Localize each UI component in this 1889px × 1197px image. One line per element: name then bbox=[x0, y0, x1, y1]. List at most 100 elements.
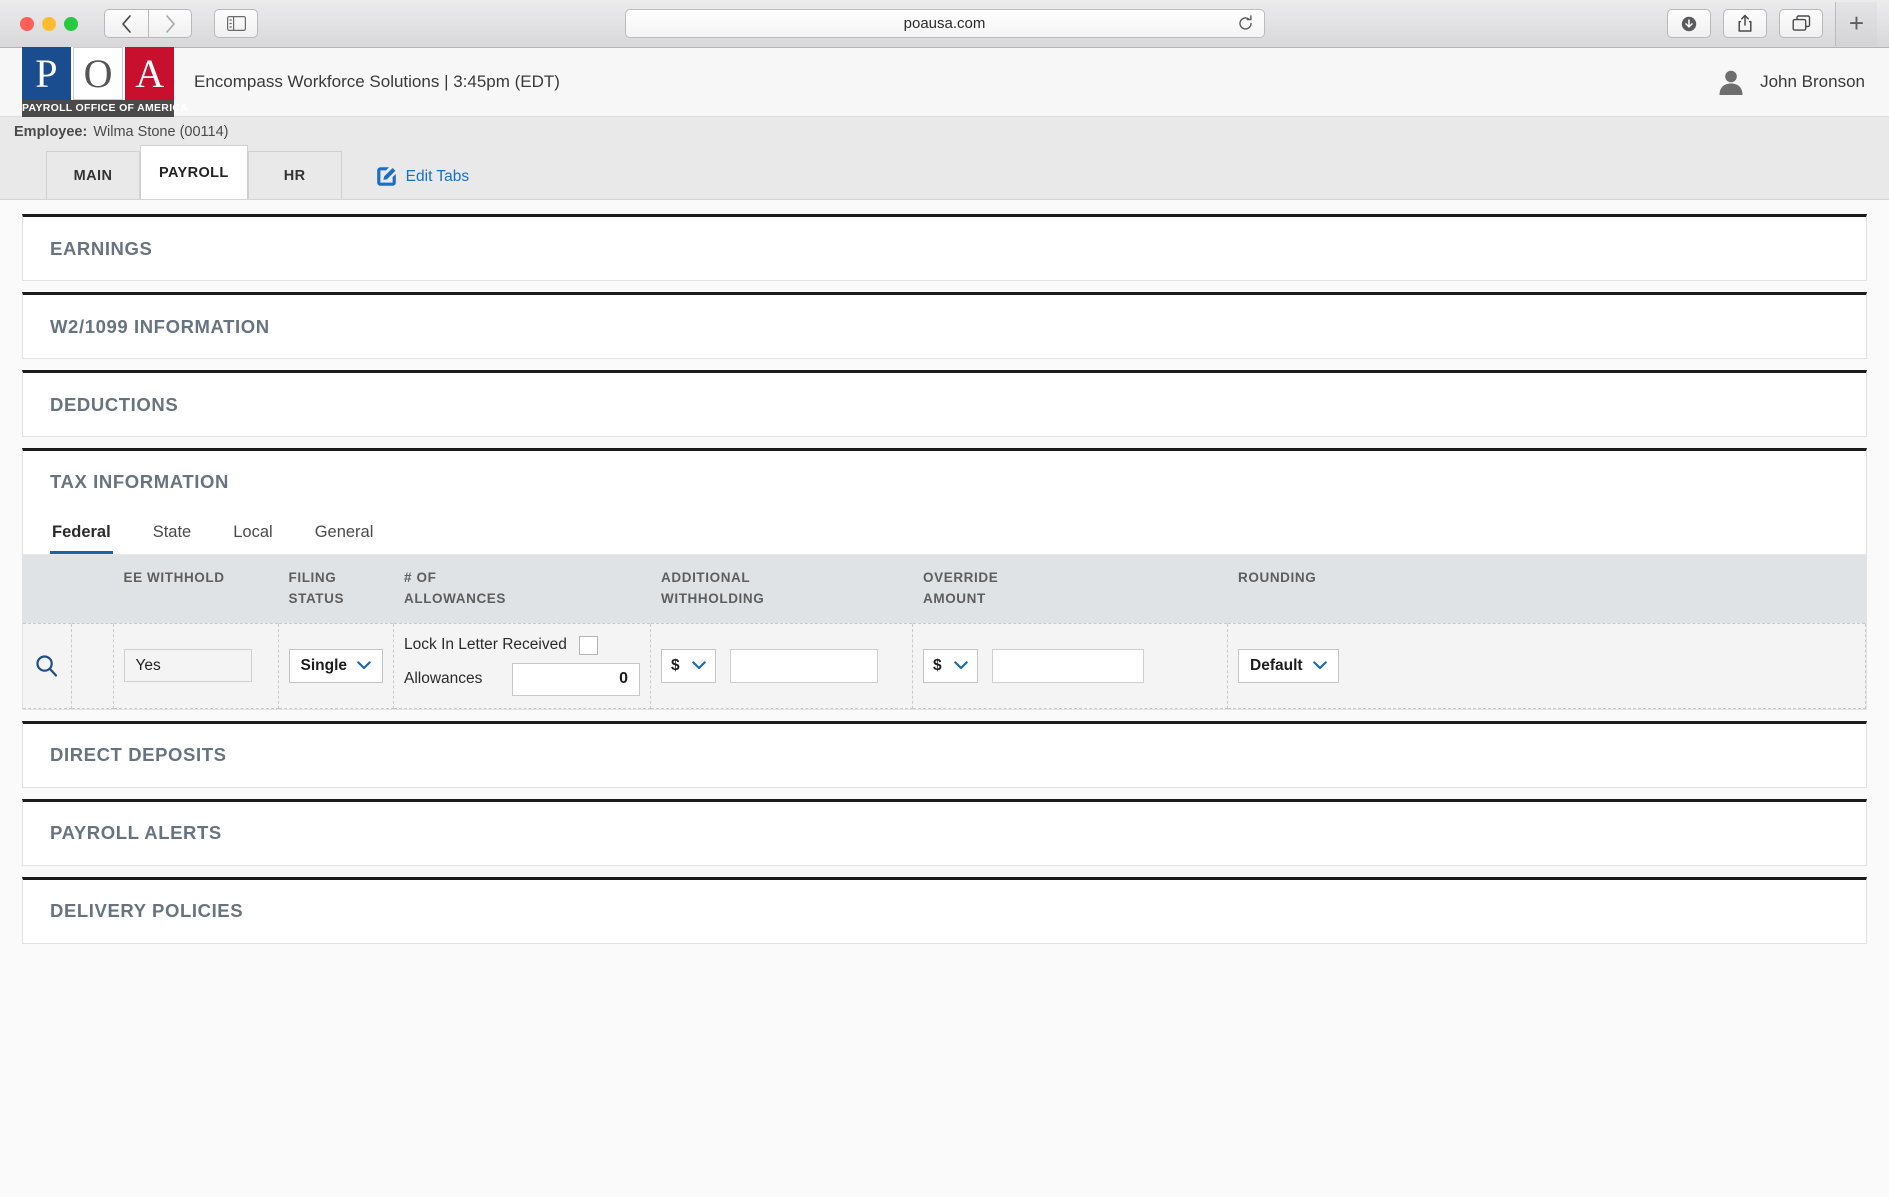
chevron-down-icon bbox=[1312, 659, 1327, 672]
edit-tabs-button[interactable]: Edit Tabs bbox=[376, 166, 469, 187]
subtab-federal[interactable]: Federal bbox=[50, 519, 113, 554]
section-w2-1099[interactable]: W2/1099 INFORMATION bbox=[22, 292, 1867, 359]
employee-value: Wilma Stone (00114) bbox=[93, 123, 229, 140]
override-amount-unit-select[interactable]: $ bbox=[923, 648, 978, 683]
chevron-down-icon bbox=[691, 659, 706, 672]
employee-label: Employee: bbox=[14, 123, 88, 140]
toolbar-right-buttons bbox=[1667, 9, 1827, 38]
override-amount-input[interactable] bbox=[991, 648, 1144, 683]
chevron-left-icon bbox=[122, 14, 131, 33]
rounding-value: Default bbox=[1250, 656, 1303, 674]
subtab-general[interactable]: General bbox=[313, 519, 376, 554]
row-search-cell[interactable] bbox=[23, 622, 72, 709]
new-tab-button[interactable]: + bbox=[1835, 1, 1877, 46]
download-icon bbox=[1681, 16, 1697, 31]
additional-withholding-unit-value: $ bbox=[671, 656, 680, 674]
header-num-allowances: # OF ALLOWANCES bbox=[393, 555, 652, 624]
tab-payroll[interactable]: PAYROLL bbox=[140, 145, 248, 199]
address-bar[interactable]: poausa.com bbox=[624, 9, 1265, 38]
filing-status-value: Single bbox=[300, 656, 348, 674]
main-tabstrip: MAIN PAYROLL HR Edit Tabs bbox=[0, 145, 1889, 200]
tab-hr[interactable]: HR bbox=[247, 151, 342, 199]
header-override-amount: OVERRIDE AMOUNT bbox=[912, 555, 1229, 624]
user-name: John Bronson bbox=[1760, 72, 1865, 91]
logo-subtitle: PAYROLL OFFICE OF AMERICA bbox=[22, 100, 188, 117]
close-window-button[interactable] bbox=[20, 16, 34, 31]
section-direct-deposits[interactable]: DIRECT DEPOSITS bbox=[22, 720, 1867, 788]
chevron-right-icon bbox=[165, 14, 175, 33]
tab-overview-button[interactable] bbox=[1779, 9, 1823, 38]
additional-withholding-input[interactable] bbox=[729, 648, 878, 683]
section-delivery-policies-title: DELIVERY POLICIES bbox=[50, 900, 244, 922]
cell-additional-withholding: $ bbox=[650, 622, 914, 709]
section-payroll-alerts[interactable]: PAYROLL ALERTS bbox=[22, 798, 1867, 866]
logo-letter-a: A bbox=[123, 47, 175, 100]
override-amount-group: $ bbox=[923, 648, 1217, 683]
additional-withholding-group: $ bbox=[661, 648, 902, 683]
cell-override-amount: $ bbox=[912, 622, 1229, 709]
section-tax-information: TAX INFORMATION Federal State Local Gene… bbox=[22, 448, 1867, 710]
lock-in-letter-row: Lock In Letter Received bbox=[404, 635, 640, 655]
section-w2-1099-title: W2/1099 INFORMATION bbox=[50, 315, 270, 337]
url-text: poausa.com bbox=[903, 15, 986, 32]
filing-status-select[interactable]: Single bbox=[288, 648, 384, 683]
downloads-button[interactable] bbox=[1667, 9, 1711, 38]
federal-tax-table: EE WITHHOLD FILING STATUS # OF ALLOWANCE… bbox=[23, 555, 1866, 709]
table-header-row: EE WITHHOLD FILING STATUS # OF ALLOWANCE… bbox=[23, 555, 1866, 624]
section-payroll-alerts-title: PAYROLL ALERTS bbox=[50, 822, 222, 844]
logo-letter-o: O bbox=[72, 47, 124, 100]
ee-withhold-field[interactable]: Yes bbox=[123, 649, 252, 683]
override-amount-unit-value: $ bbox=[933, 656, 942, 674]
header-search-col bbox=[23, 555, 72, 624]
chevron-down-icon bbox=[953, 659, 968, 672]
tab-overview-icon bbox=[1792, 15, 1810, 31]
allowances-input[interactable]: 0 bbox=[512, 662, 641, 696]
tab-main[interactable]: MAIN bbox=[46, 151, 140, 199]
cell-rounding: Default bbox=[1227, 622, 1866, 709]
chevron-down-icon bbox=[357, 659, 371, 672]
subtab-state[interactable]: State bbox=[151, 519, 194, 554]
header-filing-status: FILING STATUS bbox=[278, 555, 395, 624]
employee-bar: Employee: Wilma Stone (00114) bbox=[0, 117, 1889, 146]
section-delivery-policies[interactable]: DELIVERY POLICIES bbox=[22, 876, 1867, 944]
section-tax-information-title[interactable]: TAX INFORMATION bbox=[23, 451, 1866, 513]
reload-button[interactable] bbox=[1234, 13, 1258, 35]
sidebar-toggle-button[interactable] bbox=[214, 9, 258, 38]
edit-tabs-label: Edit Tabs bbox=[405, 167, 470, 185]
header-ee-withhold: EE WITHHOLD bbox=[113, 555, 279, 624]
cell-allowances: Lock In Letter Received Allowances 0 bbox=[393, 622, 652, 709]
back-button[interactable] bbox=[104, 9, 148, 38]
rounding-select[interactable]: Default bbox=[1238, 648, 1339, 683]
table-body: Yes Single Lock In Letter Received Allow… bbox=[23, 622, 1866, 709]
app-title: Encompass Workforce Solutions | 3:45pm (… bbox=[194, 72, 560, 91]
minimize-window-button[interactable] bbox=[42, 16, 56, 31]
search-icon[interactable] bbox=[33, 654, 61, 677]
cell-ee-withhold: Yes bbox=[113, 622, 279, 709]
section-direct-deposits-title: DIRECT DEPOSITS bbox=[50, 744, 227, 766]
logo-tiles: P O A bbox=[22, 47, 175, 100]
page-content: EARNINGS W2/1099 INFORMATION DEDUCTIONS … bbox=[0, 200, 1889, 1197]
header-rounding: ROUNDING bbox=[1227, 555, 1866, 624]
share-button[interactable] bbox=[1723, 9, 1767, 38]
additional-withholding-unit-select[interactable]: $ bbox=[661, 648, 716, 683]
user-avatar-icon bbox=[1716, 67, 1746, 97]
table-header: EE WITHHOLD FILING STATUS # OF ALLOWANCE… bbox=[23, 555, 1866, 624]
forward-button[interactable] bbox=[148, 9, 192, 38]
navigation-buttons bbox=[104, 9, 192, 38]
lock-in-letter-checkbox[interactable] bbox=[578, 635, 598, 655]
edit-pencil-icon bbox=[376, 166, 397, 187]
user-area[interactable]: John Bronson bbox=[1716, 67, 1865, 97]
logo-letter-p: P bbox=[22, 47, 73, 100]
subtab-local[interactable]: Local bbox=[231, 519, 274, 554]
allowances-label: Allowances bbox=[404, 670, 483, 688]
header-gap-col bbox=[71, 555, 114, 624]
window-traffic-lights bbox=[20, 16, 78, 31]
tax-subtabs: Federal State Local General bbox=[23, 513, 1866, 555]
allowances-row: Allowances 0 bbox=[404, 662, 641, 696]
maximize-window-button[interactable] bbox=[64, 16, 78, 31]
app-header: P O A PAYROLL OFFICE OF AMERICA Encompas… bbox=[0, 47, 1889, 117]
lock-in-letter-label: Lock In Letter Received bbox=[404, 636, 567, 654]
sidebar-icon bbox=[226, 16, 246, 31]
section-earnings[interactable]: EARNINGS bbox=[22, 214, 1867, 281]
section-deductions[interactable]: DEDUCTIONS bbox=[22, 370, 1867, 437]
